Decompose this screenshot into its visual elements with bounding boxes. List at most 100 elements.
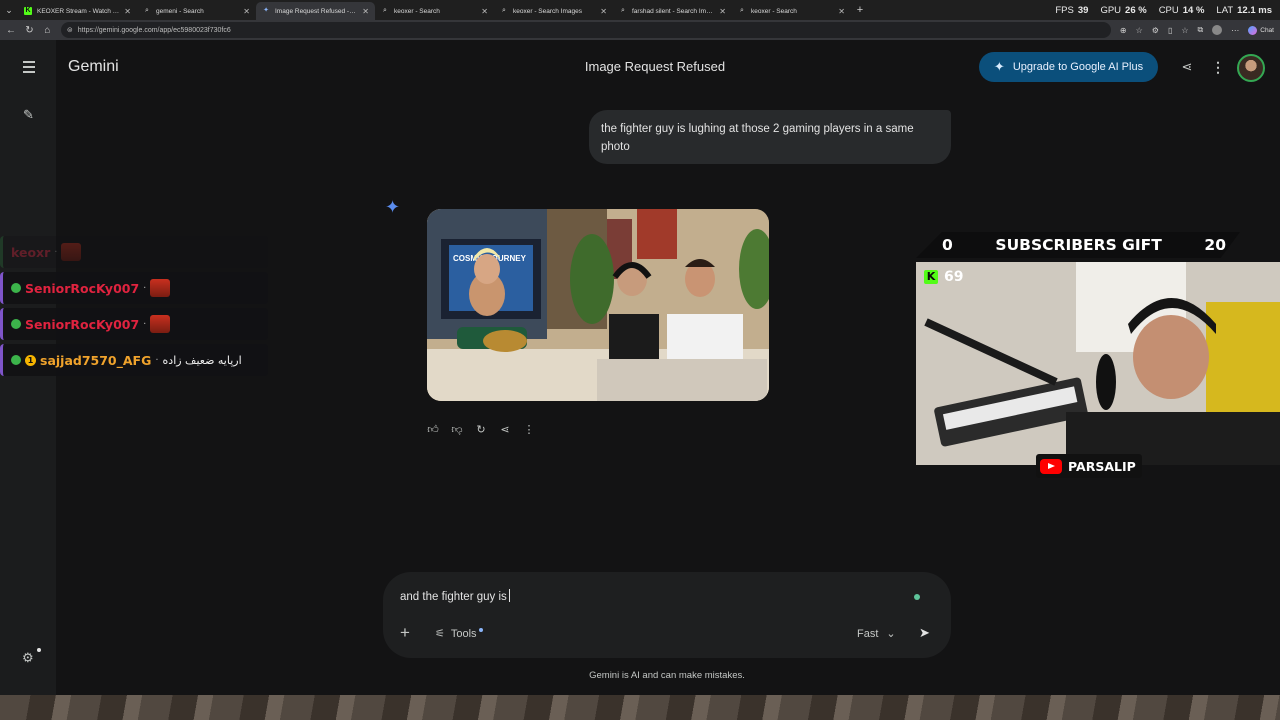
disclaimer-text: Gemini is AI and can make mistakes. bbox=[589, 670, 745, 681]
kick-icon: K bbox=[924, 270, 938, 284]
tab-keoxer-search-2[interactable]: ⌕ keoxer - Search ✕ bbox=[732, 2, 851, 20]
collections-icon[interactable]: ⧉ bbox=[1198, 25, 1204, 35]
emote-icon bbox=[150, 315, 171, 333]
emote-icon bbox=[61, 243, 82, 261]
gemini-spark-icon: ✦ bbox=[385, 197, 401, 217]
sub-goal-target: 20 bbox=[1204, 236, 1226, 254]
mic-status-dot bbox=[914, 594, 920, 600]
gpu-readout: GPU 26 % bbox=[1100, 4, 1147, 16]
more-options-icon[interactable]: ⋮ bbox=[523, 424, 535, 436]
back-icon[interactable]: ← bbox=[6, 25, 16, 36]
latency-readout: LAT 12.1 ms bbox=[1216, 4, 1272, 16]
zoom-icon[interactable]: ⊕ bbox=[1120, 26, 1127, 35]
favorites-icon[interactable]: ☆ bbox=[1181, 26, 1188, 35]
search-icon: ⌕ bbox=[621, 7, 625, 14]
tab-farshad-images[interactable]: ⌕ farshad silent - Search Images ✕ bbox=[613, 2, 732, 20]
model-mode-selector[interactable]: Fast ⌄ bbox=[857, 627, 896, 641]
share-response-icon[interactable]: ⋖ bbox=[499, 424, 511, 436]
site-info-icon[interactable]: ⊜ bbox=[67, 26, 73, 34]
performance-overlay: FPS 39 GPU 26 % CPU 14 % LAT 12.1 ms bbox=[1055, 0, 1272, 20]
tab-title: gemeni - Search bbox=[156, 7, 204, 15]
prompt-composer[interactable]: and the fighter guy is + ⚟ Tools Fast ⌄ … bbox=[383, 572, 951, 658]
viewer-count: K 69 bbox=[924, 269, 963, 285]
chat-label: Chat bbox=[1260, 26, 1274, 34]
cpu-readout: CPU 14 % bbox=[1158, 4, 1205, 16]
viewer-count-value: 69 bbox=[944, 269, 964, 285]
search-icon: ⌕ bbox=[383, 7, 387, 14]
chat-text: ارپایه ضعیف زاده bbox=[162, 353, 242, 367]
tab-title: Image Request Refused - Google Gemini bbox=[275, 7, 357, 15]
profile-avatar[interactable] bbox=[1212, 25, 1223, 35]
browser-tab-bar: ⌄ K KEOXER Stream - Watch Live on Kick ✕… bbox=[0, 0, 1280, 20]
tools-label: Tools bbox=[450, 627, 477, 640]
home-icon[interactable]: ⌂ bbox=[43, 25, 52, 36]
tab-gemeni-search[interactable]: ⌕ gemeni - Search ✕ bbox=[137, 2, 256, 20]
chat-message: SeniorRocKy007 · bbox=[0, 272, 268, 304]
tab-search-button[interactable]: ⌄ bbox=[0, 0, 18, 20]
regenerate-icon[interactable]: ↻ bbox=[475, 424, 487, 436]
webcam-feed: K 69 bbox=[916, 262, 1280, 465]
tools-dot bbox=[478, 627, 483, 632]
settings-icon[interactable]: ⚙ bbox=[22, 648, 41, 666]
tab-keoxer-search[interactable]: ⌕ keoxer - Search ✕ bbox=[375, 2, 494, 20]
close-tab-icon[interactable]: ✕ bbox=[481, 7, 488, 16]
text-caret bbox=[508, 589, 510, 602]
tab-gemini-active[interactable]: ✦ Image Request Refused - Google Gemini … bbox=[256, 2, 375, 20]
tab-title: farshad silent - Search Images bbox=[632, 7, 715, 15]
image-scene: COSMIC JOURNEY bbox=[427, 209, 769, 401]
share-icon[interactable]: ⋖ bbox=[1179, 59, 1195, 75]
tools-button[interactable]: ⚟ Tools bbox=[435, 627, 483, 640]
url-text: https://gemini.google.com/app/ec5980023f… bbox=[77, 26, 231, 34]
notification-dot bbox=[37, 648, 41, 652]
verified-badge-icon bbox=[11, 355, 21, 365]
close-tab-icon[interactable]: ✕ bbox=[243, 7, 250, 16]
account-avatar[interactable] bbox=[1237, 54, 1265, 82]
reload-icon[interactable]: ↻ bbox=[25, 25, 34, 36]
verified-badge-icon bbox=[11, 283, 21, 293]
new-tab-button[interactable]: + bbox=[851, 4, 869, 16]
tab-keoxer-images[interactable]: ⌕ keoxer - Search Images ✕ bbox=[494, 2, 613, 20]
emote-icon bbox=[150, 279, 171, 297]
url-field[interactable]: ⊜ https://gemini.google.com/app/ec598002… bbox=[60, 22, 1111, 38]
extensions-icon[interactable]: ⚙ bbox=[1152, 26, 1159, 35]
chat-message: SeniorRocKy007 · bbox=[0, 308, 268, 340]
browser-address-bar: ← ↻ ⌂ ⊜ https://gemini.google.com/app/ec… bbox=[0, 20, 1280, 40]
upgrade-button[interactable]: ✦ Upgrade to Google AI Plus bbox=[979, 52, 1158, 82]
close-tab-icon[interactable]: ✕ bbox=[124, 7, 131, 16]
chat-username: SeniorRocKy007 bbox=[25, 280, 140, 296]
background-scenery bbox=[0, 695, 1280, 720]
gemini-icon: ✦ bbox=[263, 7, 269, 14]
thumbs-up-icon[interactable]: 👍︎ bbox=[427, 424, 439, 436]
chat-message: 1 sajjad7570_AFG · ارپایه ضعیف زاده bbox=[0, 344, 268, 376]
close-tab-icon[interactable]: ✕ bbox=[362, 7, 369, 16]
send-icon[interactable]: ➤ bbox=[919, 625, 930, 641]
generated-image[interactable]: COSMIC JOURNEY bbox=[427, 209, 769, 401]
prompt-input[interactable]: and the fighter guy is bbox=[400, 589, 510, 603]
user-message: the fighter guy is lughing at those 2 ga… bbox=[589, 110, 951, 164]
sparkle-icon: ✦ bbox=[993, 59, 1005, 74]
tab-title: KEOXER Stream - Watch Live on Kick bbox=[37, 7, 119, 15]
sub-goal-label: SUBSCRIBERS GIFT bbox=[995, 236, 1162, 254]
browser-toolbar: ⊕ ☆ ⚙ ▯ ☆ ⧉ ⋯ Chat bbox=[1120, 25, 1274, 35]
thumbs-down-icon[interactable]: 👎︎ bbox=[451, 424, 463, 436]
tab-title: keoxer - Search bbox=[751, 7, 797, 15]
bookmark-star-icon[interactable]: ☆ bbox=[1136, 26, 1143, 35]
copilot-chat-button[interactable]: Chat bbox=[1248, 25, 1274, 35]
search-icon: ⌕ bbox=[145, 7, 149, 14]
subscriber-badge-icon: 1 bbox=[25, 354, 36, 366]
close-tab-icon[interactable]: ✕ bbox=[838, 7, 845, 16]
chat-username: sajjad7570_AFG bbox=[40, 352, 152, 368]
copilot-icon bbox=[1248, 25, 1258, 35]
tab-kick-stream[interactable]: K KEOXER Stream - Watch Live on Kick ✕ bbox=[18, 2, 137, 20]
tab-title: keoxer - Search bbox=[394, 7, 440, 15]
fps-readout: FPS 39 bbox=[1055, 4, 1089, 16]
search-icon: ⌕ bbox=[502, 7, 506, 14]
new-chat-icon[interactable]: ✎ bbox=[23, 107, 34, 123]
split-screen-icon[interactable]: ▯ bbox=[1168, 26, 1172, 35]
more-icon[interactable]: ⋯ bbox=[1231, 26, 1239, 35]
chat-username: keoxr bbox=[11, 244, 51, 260]
close-tab-icon[interactable]: ✕ bbox=[719, 7, 726, 16]
close-tab-icon[interactable]: ✕ bbox=[600, 7, 607, 16]
more-vert-icon[interactable]: ⋮ bbox=[1210, 59, 1226, 75]
add-attachment-icon[interactable]: + bbox=[400, 624, 410, 642]
